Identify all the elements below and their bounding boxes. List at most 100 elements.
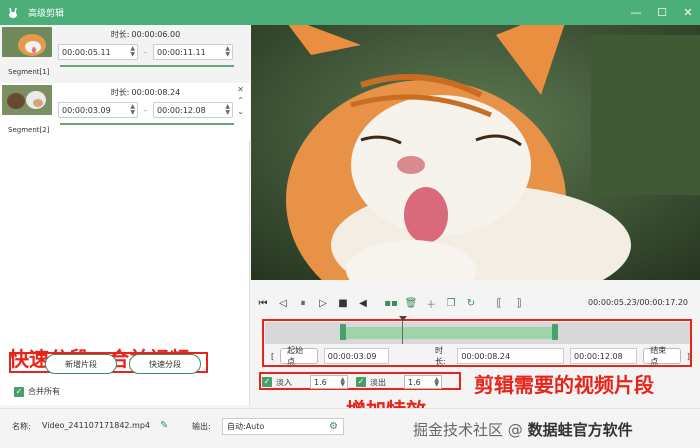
segment-progress-bar [60, 123, 234, 125]
bracket-close: ] [686, 351, 690, 361]
go-start-icon[interactable]: ⏮ [255, 295, 271, 311]
range-row: [ 起始点 00:00:03.09 时长: 00:00:08.24 00:00:… [265, 346, 690, 366]
segment-times: 00:00:05.11 ▲ ▼ – 00:00:11.11 ▲ ▼ [58, 44, 233, 60]
segment-duration: 时长: 00:00:06.00 [58, 29, 233, 40]
maximize-icon[interactable]: ☐ [656, 6, 668, 19]
mark-out-icon[interactable]: ⟧ [511, 295, 527, 311]
mark-in-icon[interactable]: ⟦ [491, 295, 507, 311]
set-start-label: 起始点 [287, 346, 304, 366]
spinner-icon[interactable]: ▲ ▼ [434, 377, 439, 388]
edit-pencil-icon[interactable]: ✎ [160, 420, 168, 431]
watermark: 掘金技术社区 @ 数据蛙官方软件 [413, 419, 633, 440]
segment-thumbnail [2, 85, 52, 115]
remove-segment-icon[interactable]: ✕ [237, 85, 244, 94]
duration-label: 时长: [110, 30, 130, 39]
segment-end-value: 00:00:12.08 [157, 105, 206, 115]
output-path-field[interactable]: 自动:Auto ⚙ [222, 418, 344, 435]
segment-start-input[interactable]: 00:00:03.09 ▲ ▼ [58, 102, 138, 118]
range-start-input[interactable]: 00:00:03.09 [323, 348, 389, 364]
segment-name: Segment[1] [8, 68, 50, 76]
range-start-value: 00:00:03.09 [327, 351, 377, 361]
spinner-icon[interactable]: ▲ ▼ [130, 46, 135, 58]
segment-times: 00:00:03.09 ▲ ▼ – 00:00:12.08 ▲ ▼ [58, 102, 233, 118]
copy-icon[interactable]: ❐ [443, 295, 459, 311]
timeline-start-handle[interactable] [340, 324, 346, 340]
step-forward-icon[interactable]: ▷ [315, 295, 331, 311]
name-label: 名称: [12, 422, 31, 431]
segment-item-selected[interactable]: Segment[2] 时长: 00:00:08.24 00:00:03.09 ▲ ▼… [0, 83, 250, 141]
rabbit-logo-icon [6, 6, 20, 20]
output-path-value: 自动:Auto [227, 422, 265, 431]
fade-row: ✓ 淡入 1.6 ▲ ▼ ✓ 淡出 1.6 ▲ ▼ [262, 374, 442, 390]
segment-duration: 时长: 00:00:08.24 [58, 87, 233, 98]
range-duration-value: 00:00:08.24 [461, 351, 511, 361]
range-separator: – [143, 105, 148, 115]
fade-out-checkbox-icon[interactable]: ✓ [356, 377, 366, 387]
spinner-icon[interactable]: ▲ ▼ [225, 104, 230, 116]
segment-list-panel: Segment[1] 时长: 00:00:06.00 00:00:05.11 ▲ ▼… [0, 25, 250, 405]
playhead[interactable] [402, 318, 403, 344]
range-separator: – [143, 47, 148, 57]
timeline-end-handle[interactable] [552, 324, 558, 340]
merge-all-label: 合并所有 [28, 387, 60, 396]
segment-thumbnail [2, 27, 52, 57]
segment-end-input[interactable]: 00:00:12.08 ▲ ▼ [153, 102, 233, 118]
watermark-brand: 数据蛙官方软件 [527, 421, 633, 439]
move-down-icon[interactable]: ⌄ [237, 107, 244, 116]
segment-start-input[interactable]: 00:00:05.11 ▲ ▼ [58, 44, 138, 60]
set-end-button[interactable]: 结束点 [643, 346, 681, 366]
segment-end-input[interactable]: 00:00:11.11 ▲ ▼ [153, 44, 233, 60]
fade-in-value: 1.6 [314, 377, 327, 387]
fade-out-input[interactable]: 1.6 ▲ ▼ [404, 375, 442, 389]
watermark-text: 掘金技术社区 @ [413, 421, 523, 439]
fade-in-checkbox-icon[interactable]: ✓ [262, 377, 272, 387]
segment-start-value: 00:00:03.09 [62, 105, 111, 115]
quick-split-button[interactable]: 快速分段 [129, 354, 201, 374]
reset-icon[interactable]: ↻ [463, 295, 479, 311]
settings-gear-icon[interactable]: ⚙ [329, 421, 338, 432]
annotation-clip-segments: 剪辑需要的视频片段 [474, 373, 654, 397]
output-filename: Video_241107171842.mp4 [42, 421, 150, 430]
close-icon[interactable]: ✕ [682, 6, 694, 19]
playhead-marker-icon[interactable] [399, 316, 407, 321]
range-duration-label: 时长: [434, 346, 446, 366]
duration-value: 00:00:06.00 [131, 30, 181, 39]
split-icon[interactable]: ▪▪ [383, 295, 399, 311]
range-end-input[interactable]: 00:00:12.08 [570, 348, 638, 364]
duration-label: 时长: [110, 88, 130, 97]
bracket-open: [ [271, 351, 275, 361]
fade-out-label: 淡出 [370, 377, 386, 387]
output-label: 输出: [192, 422, 211, 431]
range-duration-input[interactable]: 00:00:08.24 [457, 348, 565, 364]
window-title: 高级剪辑 [28, 9, 65, 19]
set-start-button[interactable]: 起始点 [280, 346, 318, 366]
segment-name: Segment[2] [8, 126, 50, 134]
pause-icon[interactable]: ⏸ [295, 295, 311, 311]
spinner-icon[interactable]: ▲ ▼ [340, 377, 345, 388]
timeline-track[interactable] [265, 316, 690, 344]
add-icon[interactable]: ＋ [423, 295, 439, 311]
bottom-bar: 名称: Video_241107171842.mp4 ✎ 输出: 自动:Auto… [0, 408, 700, 448]
video-preview[interactable] [251, 25, 700, 280]
stop-icon[interactable]: ■ [335, 295, 351, 311]
add-segment-button[interactable]: 新增片段 [45, 354, 117, 374]
player-controls: ⏮ ◁ ⏸ ▷ ■ ◀ ▪▪ 🗑 ＋ ❐ ↻ ⟦ ⟧ 00:00:05.23/0… [251, 290, 700, 316]
volume-icon[interactable]: ◀ [355, 295, 371, 311]
fade-in-label: 淡入 [276, 377, 292, 387]
segment-item[interactable]: Segment[1] 时长: 00:00:06.00 00:00:05.11 ▲ ▼… [0, 25, 250, 83]
segment-start-value: 00:00:05.11 [62, 47, 111, 57]
set-end-label: 结束点 [650, 346, 667, 366]
step-back-icon[interactable]: ◁ [275, 295, 291, 311]
spinner-icon[interactable]: ▲ ▼ [225, 46, 230, 58]
title-bar: 高级剪辑 — ☐ ✕ [0, 0, 700, 25]
fade-in-input[interactable]: 1.6 ▲ ▼ [310, 375, 348, 389]
timeline-selection[interactable] [343, 327, 555, 339]
merge-all-row[interactable]: ✓ 合并所有 [14, 386, 60, 397]
move-up-icon[interactable]: ⌃ [237, 96, 244, 105]
spinner-icon[interactable]: ▲ ▼ [130, 104, 135, 116]
minimize-icon[interactable]: — [630, 6, 642, 19]
delete-icon[interactable]: 🗑 [403, 295, 419, 311]
playback-time: 00:00:05.23/00:00:17.20 [588, 298, 688, 307]
segment-end-value: 00:00:11.11 [157, 47, 206, 57]
checkbox-checked-icon[interactable]: ✓ [14, 386, 24, 397]
